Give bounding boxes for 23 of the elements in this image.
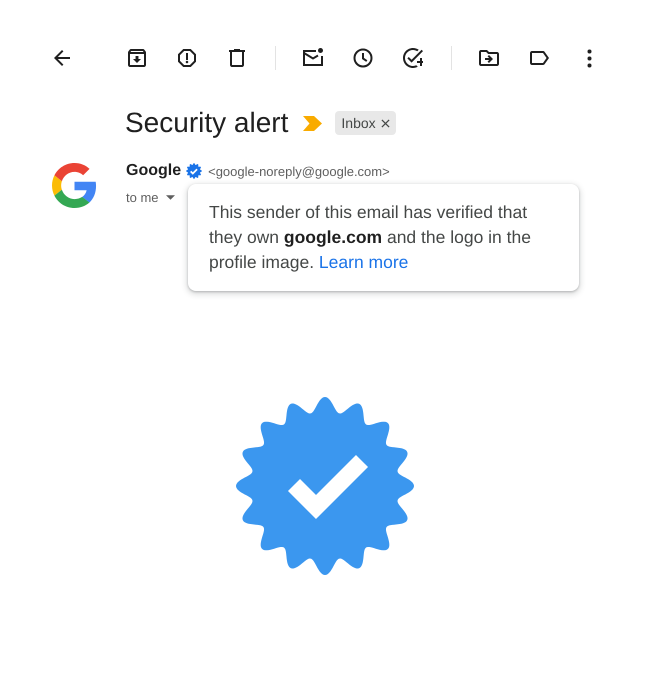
label-text: Inbox <box>341 115 376 131</box>
more-vert-icon[interactable] <box>586 48 592 68</box>
archive-box-icon[interactable] <box>127 48 147 68</box>
email-subject: Security alert <box>125 107 288 139</box>
verified-badge-icon <box>236 397 414 575</box>
learn-more-link[interactable]: Learn more <box>318 252 408 272</box>
recipient-details-button[interactable]: to me <box>126 187 175 207</box>
exclamation-octagon-icon[interactable] <box>177 48 197 68</box>
envelope-dot-icon[interactable] <box>303 48 323 68</box>
tooltip-text: This sender of this email has verified that they own google.com and the logo in the profile image. Learn more <box>209 201 532 274</box>
caret-icon <box>166 194 175 200</box>
back-arrow-icon[interactable] <box>53 49 71 67</box>
check-plus-icon[interactable] <box>403 48 423 68</box>
letter-g-logo-icon <box>52 163 97 208</box>
importance-marker-icon[interactable] <box>303 116 322 130</box>
folder-arrow-icon[interactable] <box>479 48 499 68</box>
trash-icon[interactable] <box>227 48 247 68</box>
tag-icon[interactable] <box>529 48 549 68</box>
remove-label-icon[interactable] <box>380 118 390 128</box>
sender-name: Google <box>126 162 182 180</box>
clock-icon[interactable] <box>353 48 373 68</box>
sender-email: <google-noreply@google.com> <box>208 164 390 178</box>
verified-badge-icon[interactable] <box>186 163 202 179</box>
